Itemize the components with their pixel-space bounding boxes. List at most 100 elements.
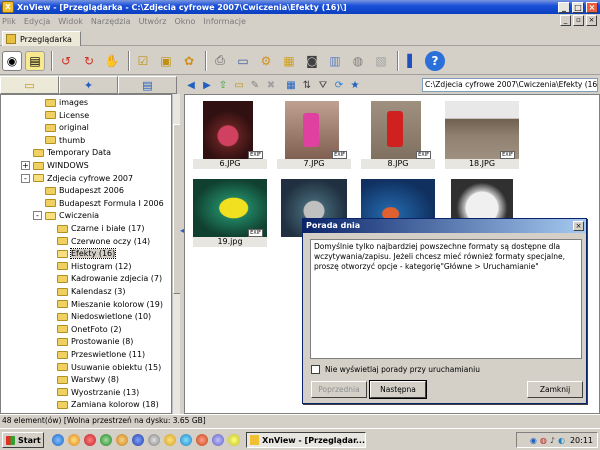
next-button[interactable]: Następna xyxy=(369,380,427,399)
tray-update-icon[interactable]: ◐ xyxy=(558,436,565,445)
tree-item[interactable]: Usuwanie obiektu (15) xyxy=(57,362,161,373)
tray-antivirus-icon[interactable]: ◍ xyxy=(540,436,547,445)
tray-network-icon[interactable]: ◉ xyxy=(530,436,537,445)
tree-item[interactable]: Przeswietlone (11) xyxy=(57,349,145,360)
tab-przegladarka[interactable]: Przeglądarka xyxy=(2,31,81,46)
checklist-icon[interactable]: ☑ xyxy=(133,51,153,71)
mdi-close-button[interactable]: × xyxy=(586,15,597,26)
quicklaunch-app-icon[interactable] xyxy=(116,434,128,446)
web-icon[interactable]: ◍ xyxy=(348,51,368,71)
scan-icon[interactable]: ▭ xyxy=(233,51,253,71)
collapse-icon[interactable]: - xyxy=(21,173,30,183)
tab-folders[interactable]: ▭ xyxy=(0,76,59,94)
close-dialog-button[interactable]: Zamknij xyxy=(527,381,583,398)
tree-item[interactable]: images xyxy=(45,97,88,108)
print-icon[interactable]: ⎙ xyxy=(210,51,230,71)
tree-item[interactable]: Histogram (12) xyxy=(57,261,131,272)
menu-informacje[interactable]: Informacje xyxy=(203,17,246,26)
forward-icon[interactable]: ▶ xyxy=(200,78,214,92)
tree-item[interactable]: Temporary Data xyxy=(33,147,111,158)
panel-icon[interactable]: ▌ xyxy=(402,51,422,71)
compare-icon[interactable]: ▥ xyxy=(325,51,345,71)
thumbnail-item[interactable]: EXIF 19.jpg xyxy=(189,175,271,251)
thumbnail-item[interactable]: EXIF 8.JPG xyxy=(357,97,439,173)
menu-utworz[interactable]: Utwórz xyxy=(139,17,167,26)
tree-item[interactable]: original xyxy=(45,122,89,133)
rotate-right-icon[interactable]: ↻ xyxy=(79,51,99,71)
tree-item[interactable]: Wyostrzanie (13) xyxy=(57,387,139,398)
delete-icon[interactable]: ✖ xyxy=(264,78,278,92)
refresh-icon[interactable]: ⟳ xyxy=(332,78,346,92)
maximize-button[interactable]: □ xyxy=(572,1,584,13)
thumbnail-item[interactable]: EXIF 7.JPG xyxy=(273,97,355,173)
quicklaunch-opera-icon[interactable] xyxy=(84,434,96,446)
camera-icon[interactable]: ◙ xyxy=(302,51,322,71)
tree-item[interactable]: Kalendasz (3) xyxy=(57,286,125,297)
convert-icon[interactable]: ▧ xyxy=(371,51,391,71)
mdi-restore-button[interactable]: ▫ xyxy=(573,15,584,26)
select-icon[interactable]: ▣ xyxy=(156,51,176,71)
tree-item[interactable]: License xyxy=(45,110,89,121)
tree-item[interactable]: - Cwiczenia xyxy=(33,210,99,221)
up-folder-icon[interactable]: ⇧ xyxy=(216,78,230,92)
tree-item[interactable]: OnetFoto (2) xyxy=(57,324,122,335)
tree-item[interactable]: - Zdjecia cyfrowe 2007 xyxy=(21,173,133,184)
tree-item[interactable]: thumb xyxy=(45,135,85,146)
tree-scrollbar[interactable] xyxy=(172,94,181,414)
tree-item[interactable]: Budapeszt Formula I 2006 xyxy=(45,198,164,209)
batch-icon[interactable]: ⚙ xyxy=(256,51,276,71)
tree-item[interactable]: Zamiana kolorow (18) xyxy=(57,399,159,410)
help-icon[interactable]: ? xyxy=(425,50,445,71)
folder-icon[interactable]: ▤ xyxy=(25,50,45,71)
tree-item[interactable]: + WINDOWS xyxy=(21,160,89,171)
view-mode-icon[interactable]: ▦ xyxy=(284,78,298,92)
thumbnail-item[interactable]: EXIF 18.JPG xyxy=(441,97,523,173)
minimize-button[interactable]: _ xyxy=(558,1,570,13)
new-folder-icon[interactable]: ▭ xyxy=(232,78,246,92)
menu-edycja[interactable]: Edycja xyxy=(24,17,50,26)
quicklaunch-app-icon[interactable] xyxy=(132,434,144,446)
dialog-close-button[interactable]: × xyxy=(573,221,584,231)
menu-widok[interactable]: Widok xyxy=(58,17,83,26)
filter-icon[interactable]: ⛛ xyxy=(316,78,330,92)
previous-button[interactable]: Poprzednia xyxy=(311,381,367,398)
sort-icon[interactable]: ⇅ xyxy=(300,78,314,92)
tab-favorites[interactable]: ✦ xyxy=(59,76,118,94)
quicklaunch-app-icon[interactable] xyxy=(196,434,208,446)
quicklaunch-app-icon[interactable] xyxy=(164,434,176,446)
path-input[interactable]: C:\Zdjecia cyfrowe 2007\Cwiczenia\Efekty… xyxy=(422,78,598,92)
menu-okno[interactable]: Okno xyxy=(174,17,195,26)
quicklaunch-ie-icon[interactable] xyxy=(52,434,64,446)
edit-icon[interactable]: ✎ xyxy=(248,78,262,92)
folder-tree[interactable]: images License original thumb Temporary Data… xyxy=(0,94,172,414)
tree-item[interactable]: Kadrowanie zdjecia (7) xyxy=(57,273,162,284)
taskbar-xnview-button[interactable]: XnView - [Przeglądar... xyxy=(246,432,366,448)
tree-item[interactable]: Budapeszt 2006 xyxy=(45,185,124,196)
tab-categories[interactable]: ▤ xyxy=(118,76,177,94)
quicklaunch-app-icon[interactable] xyxy=(212,434,224,446)
close-button[interactable]: × xyxy=(586,1,598,13)
hand-icon[interactable]: ✋ xyxy=(102,51,122,71)
settings-icon[interactable]: ✿ xyxy=(179,51,199,71)
tree-item[interactable]: Niedoswietlone (10) xyxy=(57,311,151,322)
quicklaunch-app-icon[interactable] xyxy=(180,434,192,446)
view-icon[interactable]: ◉ xyxy=(2,50,22,71)
back-icon[interactable]: ◀ xyxy=(184,78,198,92)
menu-narzedzia[interactable]: Narzędzia xyxy=(91,17,131,26)
quicklaunch-app-icon[interactable] xyxy=(228,434,240,446)
collapse-icon[interactable]: - xyxy=(33,211,42,221)
tray-volume-icon[interactable]: ♪ xyxy=(550,436,555,445)
tree-item[interactable]: Prostowanie (8) xyxy=(57,336,133,347)
quicklaunch-app-icon[interactable] xyxy=(148,434,160,446)
clock[interactable]: 20:11 xyxy=(570,436,593,445)
slideshow-icon[interactable]: ▦ xyxy=(279,51,299,71)
tree-item[interactable]: Mieszanie kolorow (19) xyxy=(57,299,163,310)
rotate-left-icon[interactable]: ↺ xyxy=(56,51,76,71)
quicklaunch-app-icon[interactable] xyxy=(100,434,112,446)
menu-plik[interactable]: Plik xyxy=(2,17,16,26)
favorite-star-icon[interactable]: ★ xyxy=(348,78,362,92)
tree-item[interactable]: Czerwone oczy (14) xyxy=(57,236,150,247)
tree-item[interactable]: Czarne i białe (17) xyxy=(57,223,145,234)
expand-icon[interactable]: + xyxy=(21,161,30,170)
tree-item[interactable]: Warstwy (8) xyxy=(57,374,119,385)
